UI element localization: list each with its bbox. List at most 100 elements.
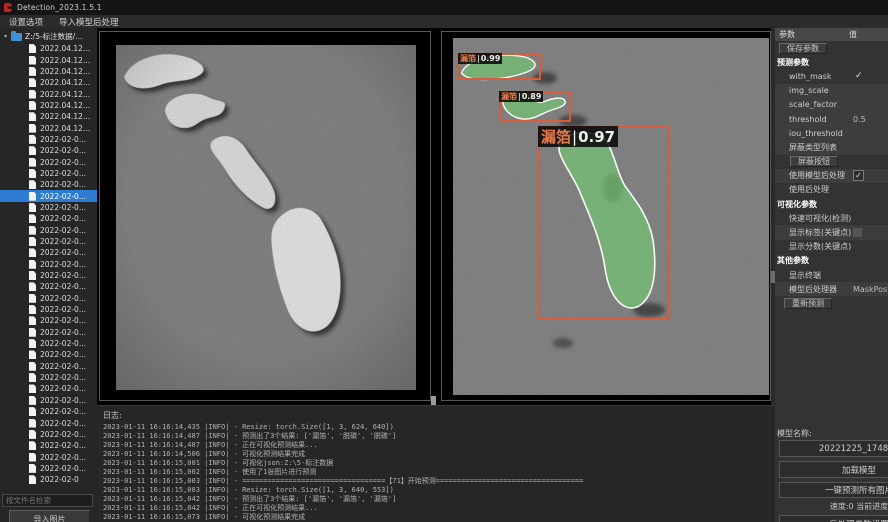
checkbox-unchecked[interactable] xyxy=(853,228,862,237)
tree-item-file[interactable]: 2022-02-0... xyxy=(0,327,97,338)
params-row[interactable]: 显示分数(关键点) xyxy=(775,240,888,254)
expand-arrow-icon[interactable]: ▾ xyxy=(0,33,11,40)
params-row[interactable]: with_mask✓ xyxy=(775,69,888,83)
tree-item-file[interactable]: 2022-02-0... xyxy=(0,463,97,474)
tree-item-file[interactable]: 2022-02-0... xyxy=(0,440,97,451)
tree-item-file[interactable]: 2022-02-0... xyxy=(0,168,97,179)
progress-status-text: 速度:0 当前进度 xyxy=(779,501,888,512)
tree-item-file[interactable]: 2022-02-0... xyxy=(0,395,97,406)
tree-item-file[interactable]: 2022-02-0... xyxy=(0,281,97,292)
tree-item-file[interactable]: 2022-02-0... xyxy=(0,213,97,224)
tree-item-file[interactable]: 2022-02-0... xyxy=(0,315,97,326)
tree-item-label: 2022-02-0... xyxy=(40,237,86,246)
tree-item-file[interactable]: 2022-02-0 xyxy=(0,474,97,485)
postprocess-params-button[interactable]: 后处理参数设置 xyxy=(779,515,888,522)
log-lines[interactable]: 2023-01-11 16:16:14,435 |INFO| - Resize:… xyxy=(103,423,773,520)
tree-item-file[interactable]: 2022-02-0... xyxy=(0,202,97,213)
load-model-button[interactable]: 加载模型 xyxy=(779,461,888,478)
tree-item-file[interactable]: 2022.04.12... xyxy=(0,122,97,133)
tree-item-file[interactable]: 2022-02-0... xyxy=(0,259,97,270)
tree-item-file[interactable]: 2022-02-0... xyxy=(0,338,97,349)
log-line: 2023-01-11 16:16:15,003 |INFO| - =======… xyxy=(103,477,773,486)
file-icon xyxy=(29,169,36,178)
param-label: 预测参数 xyxy=(775,57,809,68)
param-button[interactable]: 屏蔽按钮 xyxy=(790,156,838,167)
file-icon xyxy=(29,214,36,223)
params-row[interactable]: 屏蔽按钮 xyxy=(775,155,888,169)
params-row[interactable]: iou_threshold xyxy=(775,126,888,140)
tree-item-file[interactable]: 2022-02-0... xyxy=(0,406,97,417)
file-icon xyxy=(29,112,36,121)
import-images-button[interactable]: 导入图片 xyxy=(9,510,90,522)
tree-item-file[interactable]: 2022-02-0... xyxy=(0,417,97,428)
params-row[interactable]: img_scale xyxy=(775,84,888,98)
tree-item-label: 2022-02-0... xyxy=(40,362,86,371)
log-line: 2023-01-11 16:16:15,003 |INFO| - Resize:… xyxy=(103,486,773,495)
tree-item-file[interactable]: 2022-02-0... xyxy=(0,156,97,167)
param-label: 显示分数(关键点) xyxy=(775,241,851,252)
tree-item-file[interactable]: 2022-02-0... xyxy=(0,429,97,440)
tree-item-file[interactable]: 2022-02-0... xyxy=(0,293,97,304)
predict-all-button[interactable]: 一键预测所有图片 xyxy=(779,482,888,498)
search-input[interactable] xyxy=(2,494,93,507)
file-tree: ▾ Z:/5-标注数据/... 2022.04.12...2022.04.12.… xyxy=(0,30,97,490)
tree-item-file[interactable]: 2022-02-0... xyxy=(0,145,97,156)
tree-item-label: 2022-02-0... xyxy=(40,430,86,439)
prediction-image-canvas[interactable]: 漏箔|0.99 漏箔|0.89 漏箔|0.97 xyxy=(453,38,769,395)
tree-item-file[interactable]: 2022-02-0... xyxy=(0,236,97,247)
params-row[interactable]: 屏蔽类型列表 xyxy=(775,140,888,154)
tree-item-label: 2022-02-0... xyxy=(40,226,86,235)
params-row[interactable]: threshold0.5 xyxy=(775,112,888,126)
tree-item-label: 2022-02-0... xyxy=(40,339,86,348)
checkbox-checked[interactable]: ✓ xyxy=(853,170,864,181)
tree-item-file[interactable]: 2022-02-0... xyxy=(0,225,97,236)
detection-box[interactable]: 漏箔|0.97 xyxy=(538,126,669,320)
tree-item-file[interactable]: 2022-02-0... xyxy=(0,372,97,383)
tree-item-file[interactable]: 2022-02-0... xyxy=(0,134,97,145)
tree-item-file[interactable]: 2022.04.12... xyxy=(0,88,97,99)
tree-item-file[interactable]: 2022.04.12... xyxy=(0,100,97,111)
tree-item-label: 2022-02-0... xyxy=(40,214,86,223)
tree-item-file[interactable]: 2022-02-0... xyxy=(0,383,97,394)
tree-item-label: 2022-02-0... xyxy=(40,192,86,201)
menu-item-settings[interactable]: 设置选项 xyxy=(9,16,43,28)
params-row[interactable]: scale_factor xyxy=(775,98,888,112)
file-icon xyxy=(29,67,36,76)
tree-item-label: 2022-02-0... xyxy=(40,294,86,303)
source-image-canvas[interactable] xyxy=(116,45,416,390)
params-row[interactable]: 快速可视化(检测) xyxy=(775,211,888,225)
params-row[interactable]: 重新预测 xyxy=(775,296,888,310)
tree-item-file[interactable]: 2022-02-0... xyxy=(0,349,97,360)
model-name-button[interactable]: 20221225_174813 xyxy=(779,440,888,457)
params-row[interactable]: 显示标签(关键点) xyxy=(775,225,888,239)
tree-root-folder[interactable]: ▾ Z:/5-标注数据/... xyxy=(0,30,97,43)
tree-item-label: 2022-02-0... xyxy=(40,180,86,189)
tree-item-file[interactable]: 2022-02-0... xyxy=(0,361,97,372)
params-row[interactable]: 使用模型后处理✓ xyxy=(775,169,888,183)
tree-item-file[interactable]: 2022-02-0... xyxy=(0,247,97,258)
tree-item-file[interactable]: 2022-02-0... xyxy=(0,270,97,281)
params-row[interactable]: 模型后处理器MaskPostPro xyxy=(775,282,888,296)
detection-box[interactable]: 漏箔|0.89 xyxy=(499,91,571,122)
tree-item-file[interactable]: 2022.04.12... xyxy=(0,54,97,65)
tree-item-file[interactable]: 2022-02-0... xyxy=(0,304,97,315)
tree-item-file[interactable]: 2022.04.12... xyxy=(0,43,97,54)
params-row[interactable]: 显示终端 xyxy=(775,268,888,282)
tree-item-file[interactable]: 2022.04.12... xyxy=(0,77,97,88)
tree-item-file[interactable]: 2022-02-0... xyxy=(0,190,97,201)
tree-item-label: 2022-02-0... xyxy=(40,282,86,291)
params-row[interactable]: 保存参数 xyxy=(775,41,888,55)
param-button[interactable]: 保存参数 xyxy=(779,43,827,54)
detection-box[interactable]: 漏箔|0.99 xyxy=(458,53,541,80)
tree-item-file[interactable]: 2022.04.12... xyxy=(0,111,97,122)
tree-item-label: 2022.04.12... xyxy=(40,124,90,133)
tree-item-file[interactable]: 2022-02-0... xyxy=(0,179,97,190)
param-button[interactable]: 重新预测 xyxy=(784,298,832,309)
log-line: 2023-01-11 16:16:15,073 |INFO| - 可视化预测结果… xyxy=(103,513,773,520)
tree-item-file[interactable]: 2022.04.12... xyxy=(0,66,97,77)
tree-item-file[interactable]: 2022-02-0... xyxy=(0,451,97,462)
checkmark-icon[interactable]: ✓ xyxy=(855,71,863,81)
menu-item-import-postprocess[interactable]: 导入模型后处理 xyxy=(59,16,119,28)
params-row[interactable]: 使用后处理 xyxy=(775,183,888,197)
model-name-label: 模型名称: xyxy=(777,428,812,439)
